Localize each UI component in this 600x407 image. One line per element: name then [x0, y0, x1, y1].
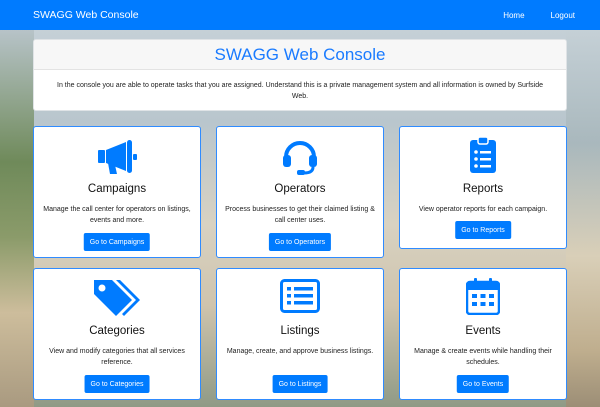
card-operators: Operators Process businesses to get thei… — [216, 126, 384, 258]
console-header-card: SWAGG Web Console In the console you are… — [33, 39, 567, 111]
background-right — [566, 30, 600, 407]
go-to-campaigns-button[interactable]: Go to Campaigns — [83, 233, 151, 251]
card-title: Categories — [89, 325, 145, 337]
card-description: Manage, create, and approve business lis… — [226, 348, 374, 355]
card-description: Manage the call center for operators on … — [43, 206, 191, 224]
go-to-operators-button[interactable]: Go to Operators — [268, 233, 332, 251]
nav-links: Home Logout — [490, 11, 588, 20]
go-to-categories-button[interactable]: Go to Categories — [84, 375, 150, 393]
navbar: SWAGG Web Console Home Logout — [0, 0, 600, 30]
card-reports: Reports View operator reports for each c… — [399, 126, 567, 249]
go-to-events-button[interactable]: Go to Events — [456, 375, 510, 393]
headset-icon — [283, 141, 317, 175]
card-description: View operator reports for each campaign. — [418, 206, 548, 213]
card-listings: Listings Manage, create, and approve bus… — [216, 268, 384, 400]
navbar-brand[interactable]: SWAGG Web Console — [33, 9, 139, 21]
card-title: Campaigns — [87, 183, 147, 195]
list-alt-icon — [280, 279, 320, 313]
nav-home-link[interactable]: Home — [490, 11, 537, 20]
nav-logout-link[interactable]: Logout — [538, 11, 588, 20]
background-left — [0, 30, 34, 407]
go-to-listings-button[interactable]: Go to Listings — [272, 375, 328, 393]
megaphone-icon — [98, 140, 137, 174]
card-description: View and modify categories that all serv… — [49, 348, 185, 366]
card-title: Operators — [274, 183, 326, 195]
header-top: SWAGG Web Console — [34, 40, 566, 70]
clipboard-list-icon — [470, 136, 496, 173]
card-title: Events — [465, 325, 501, 337]
card-title: Listings — [280, 325, 320, 337]
card-categories: Categories View and modify categories th… — [33, 268, 201, 400]
card-title: Reports — [462, 183, 504, 195]
card-events: Events Manage & create events while hand… — [399, 268, 567, 400]
calendar-icon — [466, 278, 500, 315]
card-description: Process businesses to get their claimed … — [225, 206, 375, 224]
go-to-reports-button[interactable]: Go to Reports — [455, 221, 511, 239]
header-description: In the console you are able to operate t… — [57, 82, 543, 100]
card-description: Manage & create events while handling th… — [414, 348, 552, 366]
card-campaigns: Campaigns Manage the call center for ope… — [33, 126, 201, 258]
page-title: SWAGG Web Console — [214, 44, 386, 64]
tags-icon — [94, 280, 140, 316]
